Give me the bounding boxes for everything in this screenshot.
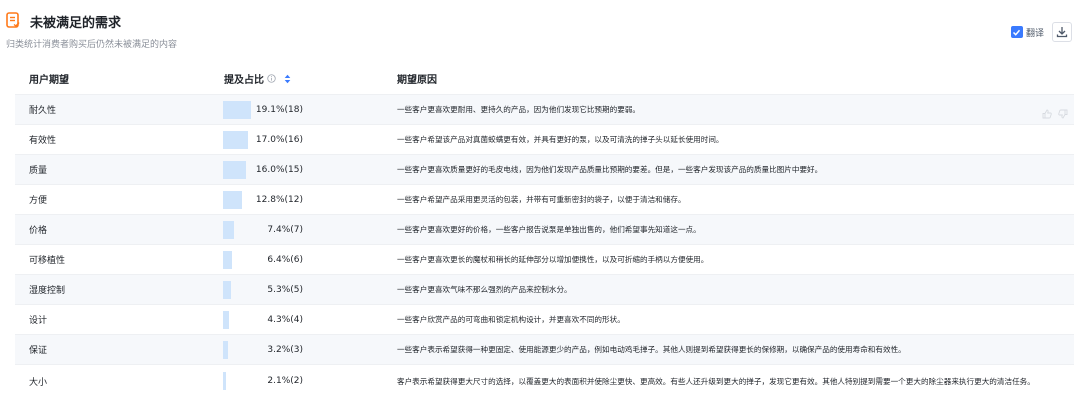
table-row: 可移植性 6.4%(6) 一些客户更喜欢更长的魔杖和稍长的延伸部分以增加便携性，以及… (15, 244, 1074, 274)
reason-cell: 一些客户表示希望获得一种更固定、使用能源更少的产品，例如电动鸡毛掸子。其他人则提… (397, 345, 906, 354)
table-body: 耐久性 19.1%(18) 一些客户更喜欢更耐用、更持久的产品，因为他们发现它比预期… (15, 94, 1074, 397)
share-value: 2.1%(2) (267, 376, 303, 386)
download-icon (1056, 26, 1068, 38)
expectation-cell: 有效性 (29, 136, 57, 146)
share-bar (223, 372, 227, 390)
reason-cell: 一些客户欣赏产品的可弯曲和锁定机构设计，并更喜欢不同的形状。 (397, 315, 625, 324)
reason-cell: 客户表示希望获得更大尺寸的选择，以覆盖更大的表面积并使除尘更快、更高效。有些人还… (397, 376, 1035, 386)
reason-cell: 一些客户更喜欢更长的魔杖和稍长的延伸部分以增加便携性，以及可折缩的手柄以方便使用… (397, 255, 709, 264)
expectation-cell: 湿度控制 (29, 286, 66, 296)
reason-cell: 一些客户更喜欢质量更好的毛皮电线，因为他们发现产品质量比预期的要差。但是，一些客… (397, 165, 823, 174)
share-value: 4.3%(4) (267, 314, 303, 325)
table-row: 保证 3.2%(3) 一些客户表示希望获得一种更固定、使用能源更少的产品，例如电动鸡… (15, 334, 1074, 364)
expectation-cell: 方便 (29, 196, 48, 206)
expectation-cell: 质量 (29, 166, 48, 176)
download-button[interactable] (1052, 22, 1072, 42)
column-header-share[interactable]: 提及占比 (224, 71, 291, 86)
table-row: 质量 16.0%(15) 一些客户更喜欢质量更好的毛皮电线，因为他们发现产品质量比预… (15, 154, 1074, 184)
row-actions (1042, 104, 1068, 123)
share-value: 6.4%(6) (267, 254, 303, 265)
thumbs-down-icon[interactable] (1058, 104, 1068, 123)
expectation-cell: 保证 (29, 346, 48, 356)
translate-label[interactable]: 翻译 (1026, 26, 1044, 39)
reason-cell: 一些客户更喜欢更耐用、更持久的产品，因为他们发现它比预期的要弱。 (397, 105, 640, 114)
needs-table: 用户期望 提及占比 期望原因 耐久性 19.1%(18) 一些客户更喜欢更耐用、更持… (15, 63, 1074, 397)
share-bar (223, 130, 248, 149)
share-bar (223, 310, 230, 329)
expectation-cell: 大小 (29, 377, 48, 388)
table-row: 设计 4.3%(4) 一些客户欣赏产品的可弯曲和锁定机构设计，并更喜欢不同的形状。 (15, 304, 1074, 334)
table-row: 价格 7.4%(7) 一些客户更喜欢更好的价格，一些客户报告说泵是单独出售的，他们希… (15, 214, 1074, 244)
header: 未被满足的需求 归类统计消费者购买后仍然未被满足的内容 翻译 (6, 9, 1080, 53)
table-row: 耐久性 19.1%(18) 一些客户更喜欢更耐用、更持久的产品，因为他们发现它比预期… (15, 94, 1074, 124)
column-label: 用户期望 (29, 75, 69, 86)
table-row: 方便 12.8%(12) 一些客户希望产品采用更灵活的包装，并带有可重新密封的袋子，… (15, 184, 1074, 214)
share-value: 5.3%(5) (267, 284, 303, 295)
share-value: 7.4%(7) (267, 224, 303, 235)
section-title: 未被满足的需求 (30, 16, 122, 31)
reason-cell: 一些客户更喜欢气味不那么强烈的产品来控制水分。 (397, 285, 572, 294)
share-value: 12.8%(12) (255, 194, 303, 205)
toolbar: 翻译 (1010, 22, 1072, 42)
column-header-expectation: 用户期望 (29, 71, 69, 86)
expectation-cell: 价格 (29, 226, 48, 236)
share-bar (223, 220, 234, 239)
expectation-cell: 设计 (29, 316, 48, 326)
column-header-reason: 期望原因 (397, 71, 437, 86)
share-bar (223, 280, 231, 299)
share-bar (223, 340, 228, 359)
reason-cell: 一些客户更喜欢更好的价格，一些客户报告说泵是单独出售的，他们希望事先知道这一点。 (397, 225, 701, 234)
checkbox-checked-icon[interactable] (1010, 26, 1023, 38)
expectation-cell: 可移植性 (29, 256, 66, 266)
share-bar (223, 250, 233, 269)
column-label: 期望原因 (397, 75, 437, 86)
document-icon (6, 12, 20, 28)
table-row: 湿度控制 5.3%(5) 一些客户更喜欢气味不那么强烈的产品来控制水分。 (15, 274, 1074, 304)
translate-toggle[interactable]: 翻译 (1010, 26, 1044, 39)
table-row: 大小 2.1%(2) 客户表示希望获得更大尺寸的选择，以覆盖更大的表面积并使除尘更快… (15, 364, 1074, 397)
expectation-cell: 耐久性 (29, 106, 57, 116)
share-value: 3.2%(3) (267, 344, 303, 355)
thumbs-up-icon[interactable] (1042, 104, 1052, 123)
reason-cell: 一些客户希望产品采用更灵活的包装，并带有可重新密封的袋子，以便于清洁和储存。 (397, 195, 686, 204)
share-value: 17.0%(16) (255, 134, 303, 145)
sort-icon[interactable] (284, 74, 291, 84)
table-header: 用户期望 提及占比 期望原因 (15, 63, 1074, 94)
column-label: 提及占比 (224, 75, 264, 86)
reason-cell: 一些客户希望该产品对真菌蛟螨更有效，并具有更好的泵，以及可清洗的掸子头以延长使用… (397, 135, 724, 144)
share-value: 19.1%(18) (255, 104, 303, 115)
section-subtitle: 归类统计消费者购买后仍然未被满足的内容 (6, 40, 178, 50)
share-bar (223, 190, 242, 209)
info-icon[interactable] (267, 74, 276, 83)
share-bar (223, 160, 247, 179)
table-row: 有效性 17.0%(16) 一些客户希望该产品对真菌蛟螨更有效，并具有更好的泵，以及… (15, 124, 1074, 154)
share-value: 16.0%(15) (255, 164, 303, 175)
